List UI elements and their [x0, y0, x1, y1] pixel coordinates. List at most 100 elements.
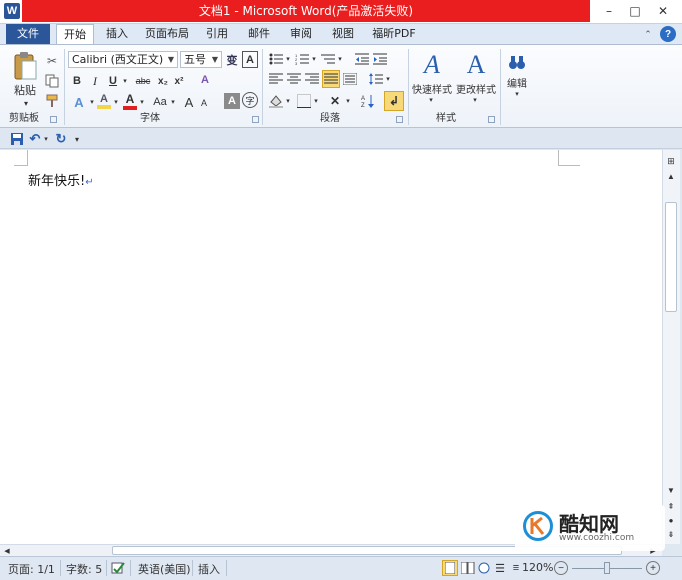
- previous-page-icon[interactable]: ⇞: [664, 500, 678, 512]
- subscript-button[interactable]: x₂: [156, 73, 170, 89]
- document-paragraph[interactable]: 新年快乐!: [28, 174, 85, 189]
- help-icon[interactable]: ?: [660, 26, 676, 42]
- bullets-icon[interactable]: [268, 51, 284, 67]
- vertical-scrollbar[interactable]: ⊞ ▲ ▼ ⇞ ● ⇟: [662, 150, 680, 544]
- language-indicator[interactable]: 英语(美国): [138, 561, 191, 577]
- bold-button[interactable]: B: [70, 73, 84, 89]
- align-right-icon[interactable]: [304, 71, 320, 87]
- enclose-characters-icon[interactable]: 字: [242, 92, 258, 108]
- chevron-down-icon[interactable]: ▾: [42, 132, 50, 146]
- vertical-scroll-thumb[interactable]: [665, 202, 677, 312]
- text-effects-icon[interactable]: A: [70, 93, 88, 111]
- minimize-button[interactable]: –: [598, 2, 620, 20]
- undo-icon[interactable]: ↶: [28, 131, 42, 146]
- line-spacing-icon[interactable]: [368, 71, 384, 87]
- phonetic-guide-icon[interactable]: 变: [224, 51, 240, 68]
- zoom-in-icon[interactable]: +: [646, 561, 660, 575]
- scroll-up-icon[interactable]: ▲: [664, 170, 678, 182]
- save-icon[interactable]: [10, 132, 24, 146]
- quick-styles-label[interactable]: 快速样式: [410, 81, 454, 96]
- show-formatting-marks-icon[interactable]: ↲: [384, 91, 404, 111]
- shading-icon[interactable]: [268, 93, 284, 109]
- clipboard-launcher-icon[interactable]: [50, 116, 57, 123]
- tab-foxit-pdf[interactable]: 福昕PDF: [368, 24, 420, 44]
- chevron-down-icon[interactable]: ▾: [384, 71, 392, 87]
- customize-toolbar-icon[interactable]: ▾: [72, 132, 82, 146]
- chevron-down-icon[interactable]: ▾: [468, 95, 482, 105]
- cut-icon[interactable]: ✂: [44, 53, 60, 69]
- zoom-slider-thumb[interactable]: [604, 562, 610, 574]
- change-styles-label[interactable]: 更改样式: [454, 81, 498, 96]
- chevron-down-icon[interactable]: ▾: [284, 93, 292, 109]
- ribbon-minimize-icon[interactable]: ⌃: [642, 27, 654, 41]
- insert-mode-indicator[interactable]: 插入: [198, 561, 220, 577]
- chevron-down-icon[interactable]: ▾: [344, 93, 352, 109]
- paste-icon[interactable]: [10, 49, 40, 83]
- multilevel-list-icon[interactable]: [320, 51, 336, 67]
- chevron-down-icon[interactable]: ▾: [510, 89, 524, 99]
- tab-home[interactable]: 开始: [56, 24, 94, 45]
- grow-font-icon[interactable]: A: [182, 93, 196, 111]
- chevron-down-icon[interactable]: ▾: [112, 93, 120, 111]
- tab-review[interactable]: 审阅: [284, 24, 318, 44]
- document-text[interactable]: 新年快乐!↵: [28, 170, 94, 189]
- chevron-down-icon[interactable]: ▾: [88, 93, 96, 111]
- italic-button[interactable]: I: [88, 73, 102, 89]
- font-name-combo[interactable]: Calibri (西文正文) ▼: [68, 51, 178, 68]
- format-painter-icon[interactable]: [44, 93, 60, 109]
- binoculars-icon[interactable]: [506, 51, 528, 73]
- decrease-indent-icon[interactable]: [354, 51, 370, 67]
- change-styles-icon[interactable]: A: [460, 49, 492, 81]
- print-layout-view-icon[interactable]: [442, 560, 458, 576]
- strikethrough-button[interactable]: abc: [132, 73, 154, 89]
- tab-references[interactable]: 引用: [200, 24, 234, 44]
- clear-formatting-icon[interactable]: A: [196, 71, 214, 89]
- increase-indent-icon[interactable]: [372, 51, 388, 67]
- maximize-button[interactable]: □: [624, 2, 646, 20]
- zoom-out-icon[interactable]: −: [554, 561, 568, 575]
- paste-dropdown-icon[interactable]: ▾: [16, 99, 36, 108]
- tab-view[interactable]: 视图: [326, 24, 360, 44]
- copy-icon[interactable]: [44, 73, 60, 89]
- chevron-down-icon[interactable]: ▾: [284, 51, 292, 67]
- editing-label[interactable]: 编辑: [502, 75, 532, 90]
- character-border-icon[interactable]: A: [242, 51, 258, 68]
- scroll-left-icon[interactable]: ◀: [2, 545, 12, 556]
- align-left-icon[interactable]: [268, 71, 284, 87]
- select-browse-object-icon[interactable]: ●: [664, 514, 678, 526]
- tab-page-layout[interactable]: 页面布局: [140, 24, 194, 44]
- justify-icon[interactable]: [322, 70, 340, 88]
- superscript-button[interactable]: x²: [172, 73, 186, 89]
- ruler-toggle-icon[interactable]: ⊞: [664, 154, 678, 168]
- shrink-font-icon[interactable]: A: [198, 95, 210, 111]
- full-screen-reading-icon[interactable]: [460, 560, 476, 576]
- borders-icon[interactable]: [296, 93, 312, 109]
- word-count[interactable]: 字数: 5: [66, 561, 102, 577]
- web-layout-icon[interactable]: [476, 560, 492, 576]
- chevron-down-icon[interactable]: ▾: [121, 74, 129, 88]
- tab-insert[interactable]: 插入: [100, 24, 134, 44]
- redo-icon[interactable]: ↻: [54, 131, 68, 146]
- font-size-combo[interactable]: 五号 ▼: [180, 51, 222, 68]
- asian-layout-icon[interactable]: ✕: [326, 93, 344, 109]
- zoom-level[interactable]: 120%: [522, 561, 553, 574]
- next-page-icon[interactable]: ⇟: [664, 528, 678, 540]
- underline-button[interactable]: U: [106, 73, 120, 89]
- sort-icon[interactable]: AZ: [360, 93, 376, 109]
- document-canvas[interactable]: 新年快乐!↵: [0, 150, 662, 544]
- scroll-down-icon[interactable]: ▼: [664, 484, 678, 496]
- character-shading-icon[interactable]: A: [224, 93, 240, 109]
- font-color-icon[interactable]: A: [122, 91, 138, 111]
- paste-label[interactable]: 粘贴: [8, 83, 42, 97]
- chevron-down-icon[interactable]: ▾: [424, 95, 438, 105]
- paragraph-launcher-icon[interactable]: [396, 116, 403, 123]
- distributed-icon[interactable]: [342, 71, 358, 87]
- font-launcher-icon[interactable]: [252, 116, 259, 123]
- page-count[interactable]: 页面: 1/1: [8, 561, 55, 577]
- outline-view-icon[interactable]: ☰: [492, 560, 508, 576]
- chevron-down-icon[interactable]: ▾: [336, 51, 344, 67]
- quick-styles-icon[interactable]: A: [416, 49, 448, 81]
- chevron-down-icon[interactable]: ▾: [312, 93, 320, 109]
- word-app-icon[interactable]: W: [4, 3, 20, 19]
- align-center-icon[interactable]: [286, 71, 302, 87]
